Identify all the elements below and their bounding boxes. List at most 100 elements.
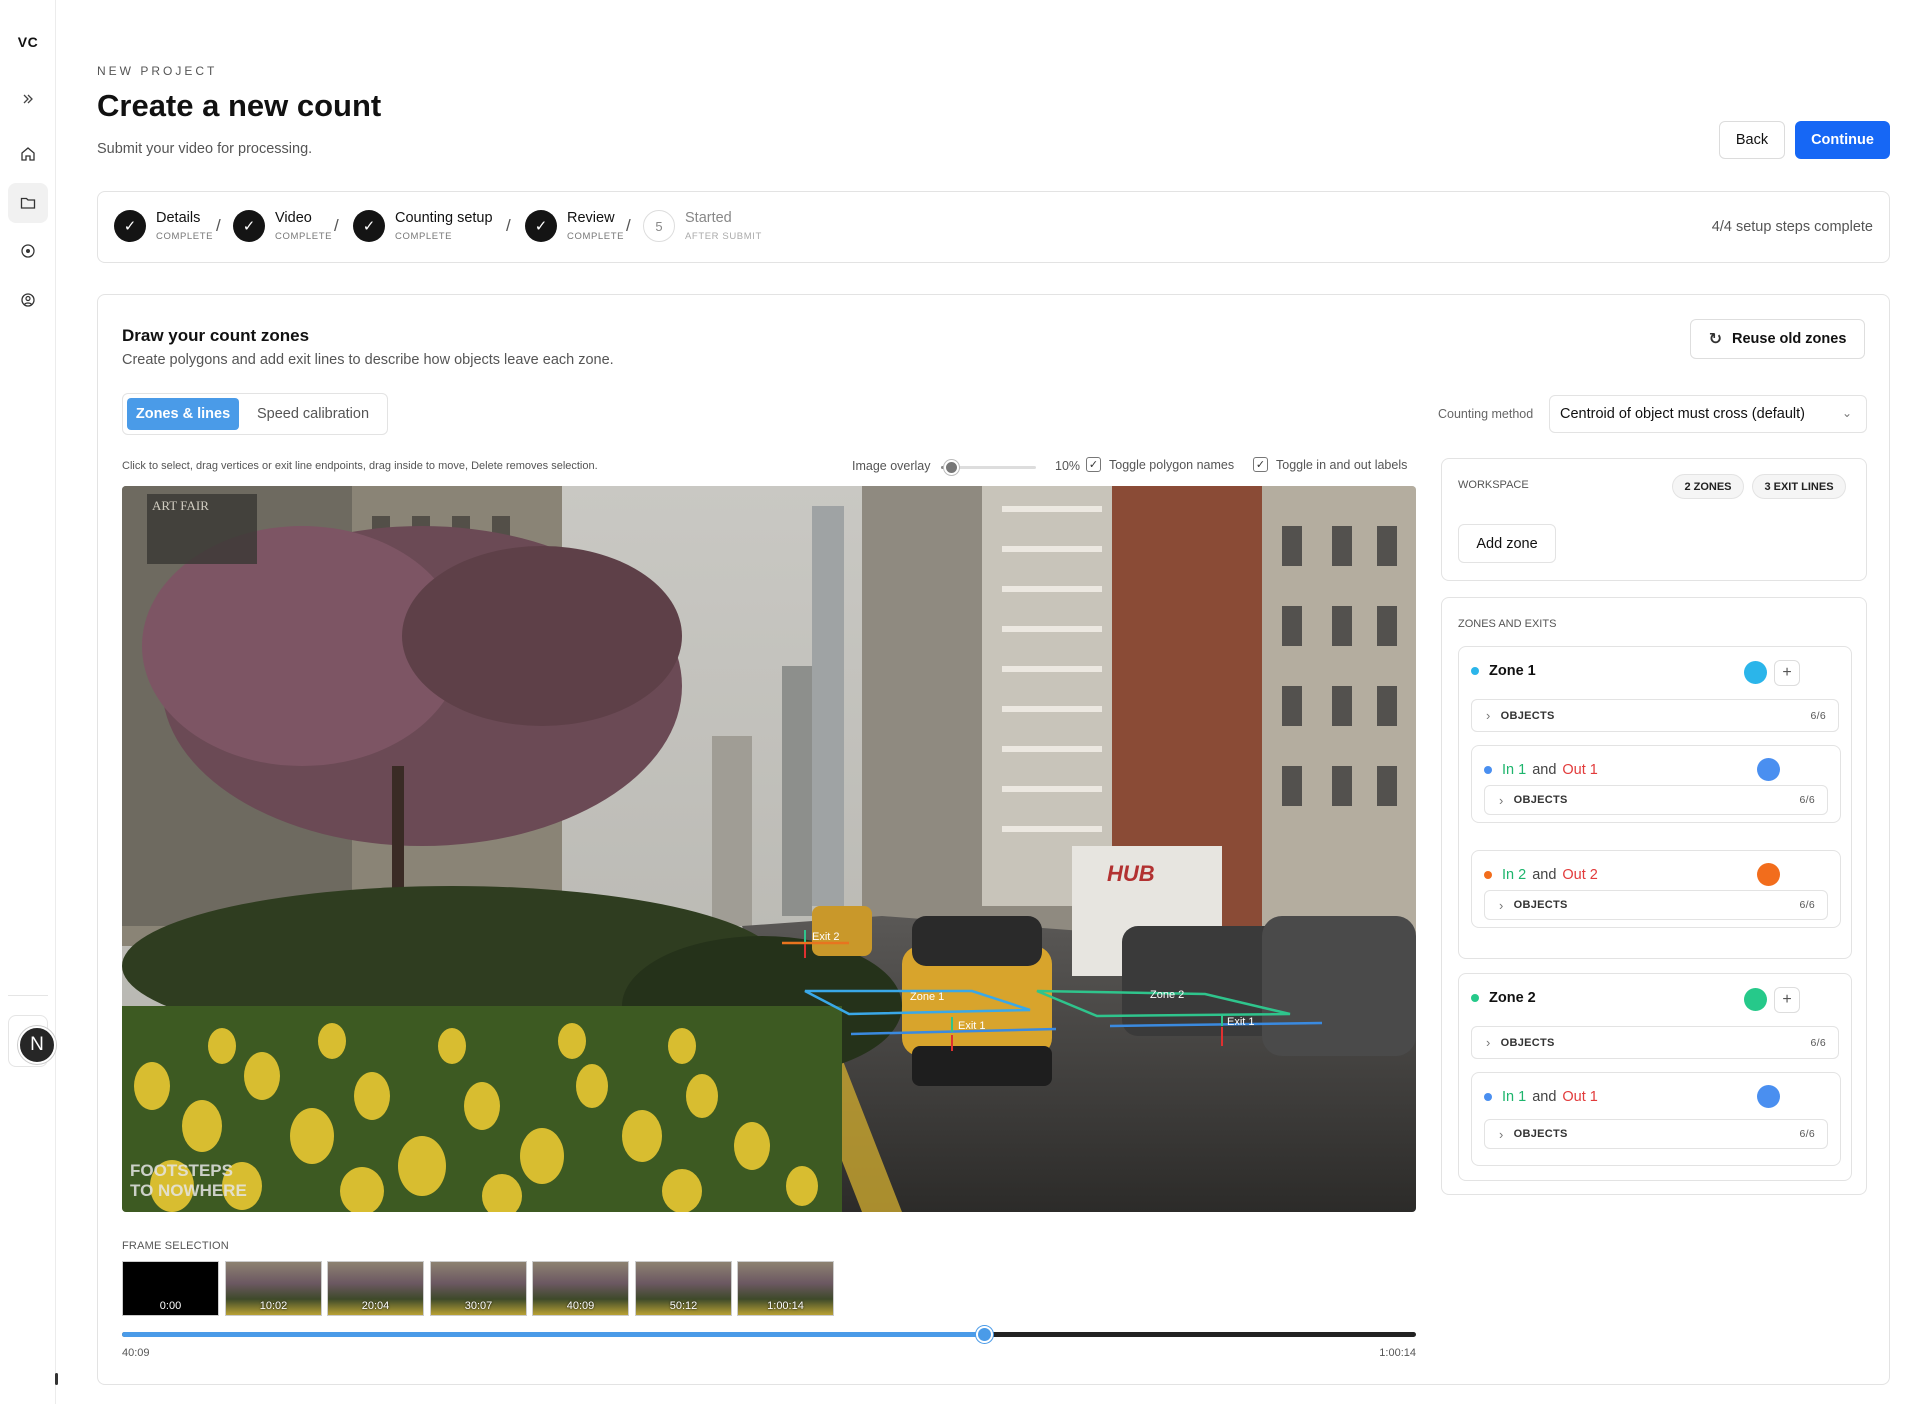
check-icon: ✓: [353, 210, 385, 242]
toggle-in-out-labels[interactable]: ✓ Toggle in and out labels: [1253, 457, 1407, 472]
out-label: Out 1: [1562, 762, 1598, 778]
tab-zones-lines[interactable]: Zones & lines: [127, 398, 239, 430]
mode-tabs: Zones & lines Speed calibration: [122, 393, 388, 435]
sidebar: VC N: [0, 0, 58, 1404]
step-separator: /: [626, 216, 631, 235]
frame-thumbnail[interactable]: 30:07: [430, 1261, 527, 1316]
zone-color-dot: [1471, 994, 1479, 1002]
frame-thumbnail[interactable]: 20:04: [327, 1261, 424, 1316]
timeline-current-time: 40:09: [122, 1347, 150, 1359]
reuse-label: Reuse old zones: [1731, 331, 1847, 347]
frame-time: 20:04: [361, 1300, 390, 1312]
objects-accordion[interactable]: › OBJECTS 6/6: [1484, 785, 1828, 815]
frame-time: 10:02: [259, 1300, 288, 1312]
zone1-label: Zone 1: [910, 991, 944, 1003]
frame-thumbnail[interactable]: 1:00:14: [737, 1261, 834, 1316]
zone-color-dot: [1471, 667, 1479, 675]
expand-sidebar-icon[interactable]: [8, 79, 48, 119]
timeline-scrubber[interactable]: [122, 1326, 1416, 1343]
step-separator: /: [216, 216, 221, 235]
pair-color-picker[interactable]: [1757, 1085, 1780, 1108]
checkbox-checked-icon[interactable]: ✓: [1253, 457, 1268, 472]
objects-accordion[interactable]: › OBJECTS 6/6: [1484, 890, 1828, 920]
zones-exits-card: ZONES AND EXITS Zone 1 + › OBJECTS 6/6 I…: [1441, 597, 1867, 1195]
objects-accordion[interactable]: › OBJECTS 6/6: [1484, 1119, 1828, 1149]
step-details[interactable]: ✓ Details COMPLETE: [114, 210, 213, 242]
app-logo[interactable]: VC: [0, 34, 56, 50]
checkbox-checked-icon[interactable]: ✓: [1086, 457, 1101, 472]
step-number: 5: [643, 210, 675, 242]
chevron-right-icon: ›: [1486, 1035, 1491, 1050]
image-overlay-label: Image overlay: [852, 459, 931, 473]
exit1-label: Exit 1: [958, 1020, 986, 1032]
pair-color-dot: [1484, 871, 1492, 879]
step-counting-setup[interactable]: ✓ Counting setup COMPLETE: [353, 210, 493, 242]
frame-thumbnail[interactable]: 50:12: [635, 1261, 732, 1316]
chevron-down-icon: ⌄: [1841, 406, 1852, 420]
objects-label: OBJECTS: [1513, 899, 1568, 911]
timeline-end-time: 1:00:14: [1379, 1347, 1416, 1359]
objects-label: OBJECTS: [1513, 1128, 1568, 1140]
target-icon[interactable]: [8, 231, 48, 271]
slider-handle[interactable]: [943, 460, 959, 475]
sidebar-divider: [8, 995, 48, 996]
objects-count: 6/6: [1799, 899, 1815, 911]
chevron-right-icon: ›: [1499, 792, 1504, 808]
exit-pair-card[interactable]: In 1 and Out 1 › OBJECTS 6/6: [1471, 1072, 1841, 1166]
step-video[interactable]: ✓ Video COMPLETE: [233, 210, 332, 242]
account-icon[interactable]: [8, 280, 48, 320]
exit-lines-count-badge: 3 EXIT LINES: [1752, 474, 1846, 499]
objects-accordion[interactable]: › OBJECTS 6/6: [1471, 699, 1839, 732]
pair-color-dot: [1484, 1093, 1492, 1101]
avatar[interactable]: N: [18, 1026, 56, 1064]
step-status: COMPLETE: [395, 230, 453, 242]
video-canvas[interactable]: HUB ART FAIR Zone 1 Zone 2 Exit 1 Exit 1…: [122, 486, 1416, 1212]
frame-thumbnail[interactable]: 40:09: [532, 1261, 629, 1316]
home-icon[interactable]: [8, 134, 48, 174]
zone-card-2[interactable]: Zone 2 + › OBJECTS 6/6 In 1 and Out 1 ›: [1458, 973, 1852, 1181]
image-overlay-slider[interactable]: [941, 460, 1036, 475]
zone-card-1[interactable]: Zone 1 + › OBJECTS 6/6 In 1 and Out 1 ›: [1458, 646, 1852, 959]
step-review[interactable]: ✓ Review COMPLETE: [525, 210, 624, 242]
toggle-polygon-names[interactable]: ✓ Toggle polygon names: [1086, 457, 1234, 472]
and-label: and: [1532, 762, 1557, 778]
chevron-right-icon: ›: [1499, 897, 1504, 913]
objects-accordion[interactable]: › OBJECTS 6/6: [1471, 1026, 1839, 1059]
step-separator: /: [334, 216, 339, 235]
continue-button[interactable]: Continue: [1795, 121, 1890, 159]
add-zone-button[interactable]: Add zone: [1458, 524, 1556, 563]
step-status: COMPLETE: [275, 230, 333, 242]
exit-pair-card[interactable]: In 2 and Out 2 › OBJECTS 6/6: [1471, 850, 1841, 928]
exit2-label: Exit 2: [812, 931, 840, 943]
reuse-old-zones-button[interactable]: ↻ Reuse old zones: [1690, 319, 1865, 359]
add-exit-icon[interactable]: +: [1774, 660, 1800, 686]
out-label: Out 2: [1562, 867, 1598, 883]
zone-color-picker[interactable]: [1744, 661, 1767, 684]
counting-method-label: Counting method: [1438, 407, 1534, 421]
objects-count: 6/6: [1810, 1036, 1826, 1049]
chevron-right-icon: ›: [1499, 1126, 1504, 1142]
add-exit-icon[interactable]: +: [1774, 987, 1800, 1013]
exit-pair-card[interactable]: In 1 and Out 1 › OBJECTS 6/6: [1471, 745, 1841, 823]
editor-hint: Click to select, drag vertices or exit l…: [122, 460, 598, 472]
folder-icon[interactable]: [8, 183, 48, 223]
tab-speed-calibration[interactable]: Speed calibration: [243, 398, 383, 430]
pair-color-picker[interactable]: [1757, 758, 1780, 781]
counting-method-select[interactable]: Centroid of object must cross (default) …: [1549, 395, 1867, 433]
steps-summary: 4/4 setup steps complete: [1711, 219, 1873, 235]
sidebar-resize-handle[interactable]: [55, 1373, 58, 1385]
truck-text: HUB: [1107, 861, 1155, 886]
timeline-handle[interactable]: [975, 1326, 993, 1343]
step-label: Started: [685, 210, 732, 226]
zones-panel: Draw your count zones Create polygons an…: [97, 294, 1890, 1385]
frame-thumbnail[interactable]: 0:00: [122, 1261, 219, 1316]
frame-thumbnail[interactable]: 10:02: [225, 1261, 322, 1316]
step-label: Counting setup: [395, 210, 493, 226]
pair-color-dot: [1484, 766, 1492, 774]
objects-label: OBJECTS: [1500, 1036, 1555, 1049]
back-button[interactable]: Back: [1719, 121, 1785, 159]
zone-color-picker[interactable]: [1744, 988, 1767, 1011]
pair-color-picker[interactable]: [1757, 863, 1780, 886]
objects-label: OBJECTS: [1513, 794, 1568, 806]
timeline-progress: [122, 1332, 984, 1337]
